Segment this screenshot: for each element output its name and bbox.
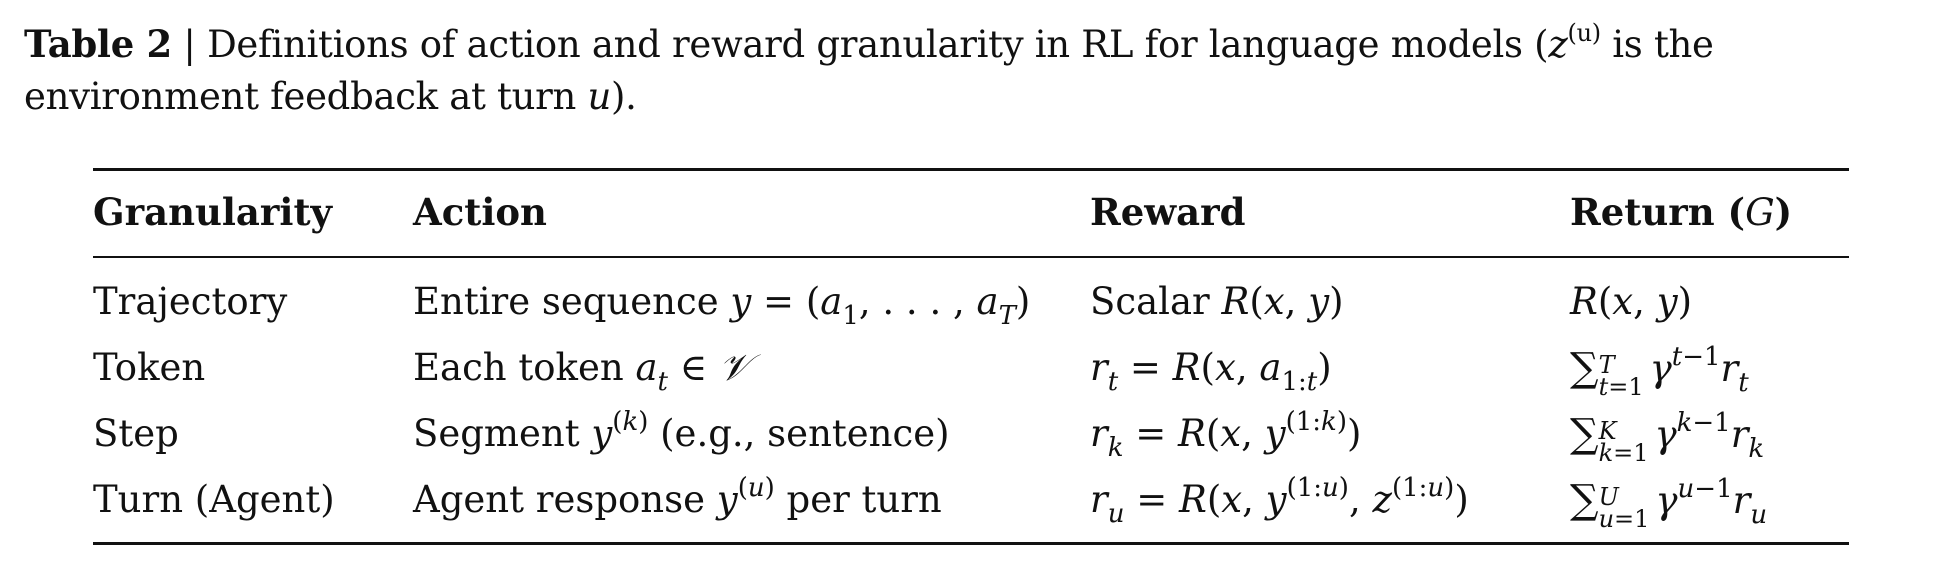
header-return-text: Return ( — [1570, 190, 1746, 234]
row-token-action: Each token at ∈ 𝒱 — [413, 346, 750, 397]
row-turn-reward: ru = R(x, y(1:u), z(1:u)) — [1090, 473, 1469, 529]
row-step-return: ∑ Kk=1 γk−1rk — [1570, 408, 1765, 467]
row-turn-granularity: Turn (Agent) — [93, 478, 335, 521]
row-turn-return: ∑ Uu=1 γu−1ru — [1570, 474, 1768, 533]
row-step-action: Segment y(k) (e.g., sentence) — [413, 407, 950, 455]
caption-separator: | — [171, 23, 208, 66]
caption-math-z: z — [1548, 23, 1568, 66]
page: Table 2 | Definitions of action and rewa… — [0, 0, 1936, 584]
row-trajectory-reward: Scalar R(x, y) — [1090, 280, 1344, 323]
row-token-return: ∑ Tt=1 γt−1rt — [1570, 342, 1749, 401]
row-step-reward: rk = R(x, y(1:k)) — [1090, 407, 1362, 463]
row-turn-action: Agent response y(u) per turn — [413, 473, 942, 521]
row-step-granularity: Step — [93, 412, 179, 455]
header-return-symbol: G — [1745, 191, 1775, 234]
caption-text-end: ). — [611, 75, 637, 118]
header-return: Return (G) — [1570, 190, 1792, 235]
header-granularity: Granularity — [93, 190, 333, 234]
caption-math-sup: (u) — [1567, 19, 1602, 47]
table-mid-rule — [93, 256, 1849, 258]
table-top-rule — [93, 168, 1849, 171]
row-trajectory-granularity: Trajectory — [93, 280, 288, 323]
row-trajectory-action: Entire sequence y = (a1, . . . , aT) — [413, 280, 1031, 331]
header-reward: Reward — [1090, 190, 1246, 234]
header-return-close: ) — [1774, 190, 1793, 234]
caption-label: Table 2 — [24, 22, 172, 66]
caption-text: Definitions of action and reward granula… — [207, 23, 1549, 66]
caption-math-u: u — [587, 75, 612, 118]
table-caption: Table 2 | Definitions of action and rewa… — [24, 18, 1904, 123]
header-action: Action — [413, 190, 547, 234]
table-bottom-rule — [93, 542, 1849, 545]
row-trajectory-return: R(x, y) — [1570, 280, 1693, 323]
row-token-granularity: Token — [93, 346, 206, 389]
row-token-reward: rt = R(x, a1:t) — [1090, 346, 1332, 397]
